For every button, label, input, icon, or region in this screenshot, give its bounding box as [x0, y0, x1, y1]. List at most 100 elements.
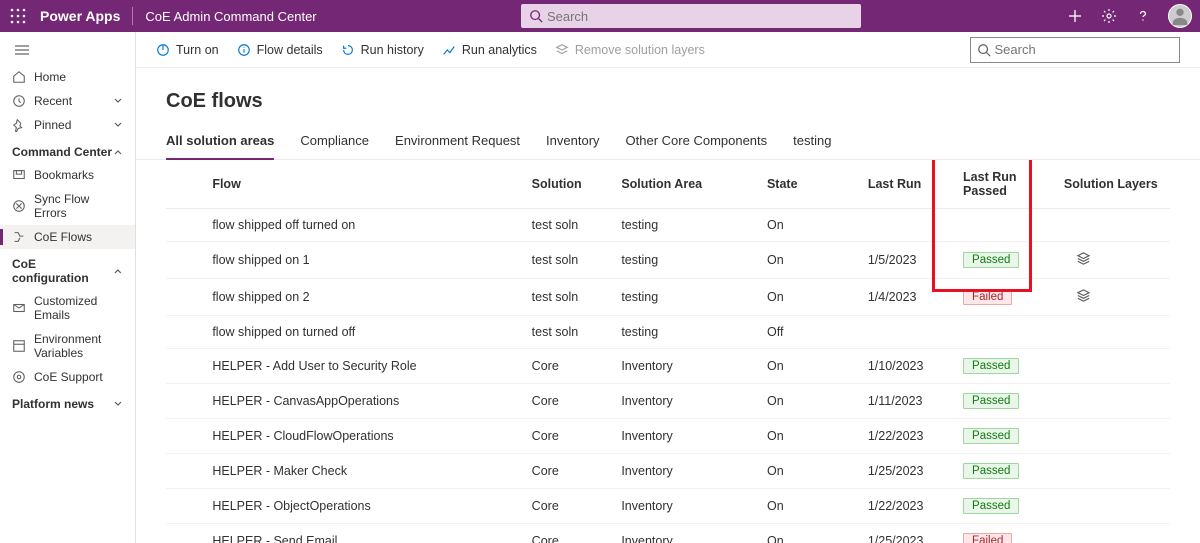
sidebar-item-label: Customized Emails	[34, 294, 123, 322]
cell-layers	[1058, 349, 1170, 384]
table-row[interactable]: flow shipped on turned offtest solntesti…	[166, 316, 1170, 349]
sidebar-item-label: Recent	[34, 94, 72, 108]
cell-last-passed: Passed	[957, 242, 1058, 279]
run-analytics-button[interactable]: Run analytics	[442, 43, 537, 57]
add-icon[interactable]	[1066, 7, 1084, 25]
cell-solution: test soln	[526, 279, 616, 316]
help-icon[interactable]	[1134, 7, 1152, 25]
cmd-label: Turn on	[176, 43, 219, 57]
remove-layers-button: Remove solution layers	[555, 43, 705, 57]
environment-label: CoE Admin Command Center	[145, 9, 316, 24]
layers-icon	[1076, 288, 1091, 303]
cell-solution: Core	[526, 454, 616, 489]
cell-state: On	[761, 279, 862, 316]
tab-environment-request[interactable]: Environment Request	[395, 127, 520, 159]
cell-flow: flow shipped on 1	[206, 242, 525, 279]
table-row[interactable]: flow shipped off turned ontest solntesti…	[166, 209, 1170, 242]
col-solution[interactable]: Solution	[526, 160, 616, 209]
grid-search-input[interactable]	[994, 42, 1173, 57]
cell-state: On	[761, 454, 862, 489]
cell-last-run: 1/22/2023	[862, 419, 957, 454]
tab-inventory[interactable]: Inventory	[546, 127, 599, 159]
cmd-label: Run history	[361, 43, 424, 57]
cell-flow: HELPER - Send Email	[206, 524, 525, 543]
mail-icon	[12, 301, 26, 315]
run-history-button[interactable]: Run history	[341, 43, 424, 57]
flows-table: Flow Solution Solution Area State Last R…	[166, 160, 1170, 543]
cell-last-passed: Passed	[957, 384, 1058, 419]
avatar[interactable]	[1168, 4, 1192, 28]
search-icon	[529, 9, 543, 23]
sidebar-item-environment-variables[interactable]: Environment Variables	[0, 327, 135, 365]
col-last-run[interactable]: Last Run	[862, 160, 957, 209]
global-search-input[interactable]	[547, 9, 853, 24]
sync-error-icon	[12, 199, 26, 213]
tab-compliance[interactable]: Compliance	[300, 127, 369, 159]
sidebar-item-pinned[interactable]: Pinned	[0, 113, 135, 137]
layers-icon	[1076, 251, 1091, 266]
turn-on-button[interactable]: Turn on	[156, 43, 219, 57]
cell-flow: HELPER - Add User to Security Role	[206, 349, 525, 384]
table-row[interactable]: HELPER - Send EmailCoreInventoryOn1/25/2…	[166, 524, 1170, 543]
sidebar-item-label: Bookmarks	[34, 168, 94, 182]
status-badge-passed: Passed	[963, 463, 1019, 479]
app-launcher-icon[interactable]	[8, 6, 28, 26]
col-state[interactable]: State	[761, 160, 862, 209]
sidebar-item-bookmarks[interactable]: Bookmarks	[0, 163, 135, 187]
sidebar-section-command-center[interactable]: Command Center	[0, 137, 135, 163]
cell-area: Inventory	[615, 489, 761, 524]
cell-last-run: 1/22/2023	[862, 489, 957, 524]
col-solution-layers[interactable]: Solution Layers	[1058, 160, 1170, 209]
cell-layers[interactable]	[1058, 279, 1170, 316]
table-row[interactable]: HELPER - CanvasAppOperationsCoreInventor…	[166, 384, 1170, 419]
status-badge-failed: Failed	[963, 289, 1012, 305]
cell-layers[interactable]	[1058, 242, 1170, 279]
pin-icon	[12, 118, 26, 132]
cell-last-passed: Failed	[957, 279, 1058, 316]
sidebar-item-label: CoE Flows	[34, 230, 92, 244]
cell-last-run: 1/25/2023	[862, 524, 957, 543]
chevron-down-icon	[113, 96, 123, 106]
cell-area: Inventory	[615, 524, 761, 543]
status-badge-passed: Passed	[963, 428, 1019, 444]
table-row[interactable]: HELPER - Add User to Security RoleCoreIn…	[166, 349, 1170, 384]
settings-icon[interactable]	[1100, 7, 1118, 25]
col-flow[interactable]: Flow	[206, 160, 525, 209]
brand-label: Power Apps	[40, 8, 120, 24]
sidebar-item-label: Home	[34, 70, 66, 84]
cell-state: Off	[761, 316, 862, 349]
global-search[interactable]	[521, 4, 861, 28]
status-badge-passed: Passed	[963, 252, 1019, 268]
cell-last-run: 1/5/2023	[862, 242, 957, 279]
status-badge-passed: Passed	[963, 498, 1019, 514]
sidebar-item-home[interactable]: Home	[0, 65, 135, 89]
sidebar-item-coe-flows[interactable]: CoE Flows	[0, 225, 135, 249]
cell-last-passed: Failed	[957, 524, 1058, 543]
cell-state: On	[761, 489, 862, 524]
sidebar-item-recent[interactable]: Recent	[0, 89, 135, 113]
grid-search[interactable]	[970, 37, 1180, 63]
cell-last-passed	[957, 316, 1058, 349]
cell-last-passed	[957, 209, 1058, 242]
table-row[interactable]: HELPER - Maker CheckCoreInventoryOn1/25/…	[166, 454, 1170, 489]
sidebar-collapse-button[interactable]	[0, 38, 135, 65]
sidebar-section-coe-configuration[interactable]: CoE configuration	[0, 249, 135, 289]
cell-state: On	[761, 384, 862, 419]
table-row[interactable]: HELPER - CloudFlowOperationsCoreInventor…	[166, 419, 1170, 454]
table-row[interactable]: flow shipped on 1test solntestingOn1/5/2…	[166, 242, 1170, 279]
sidebar-item-customized-emails[interactable]: Customized Emails	[0, 289, 135, 327]
col-last-run-passed[interactable]: Last Run Passed	[957, 160, 1058, 209]
tab-all-solution-areas[interactable]: All solution areas	[166, 127, 274, 160]
sidebar-section-platform-news[interactable]: Platform news	[0, 389, 135, 415]
cell-solution: test soln	[526, 209, 616, 242]
flow-details-button[interactable]: Flow details	[237, 43, 323, 57]
tab-other-core-components[interactable]: Other Core Components	[626, 127, 768, 159]
col-solution-area[interactable]: Solution Area	[615, 160, 761, 209]
table-row[interactable]: HELPER - ObjectOperationsCoreInventoryOn…	[166, 489, 1170, 524]
sidebar-item-sync-errors[interactable]: Sync Flow Errors	[0, 187, 135, 225]
cell-state: On	[761, 419, 862, 454]
cell-layers	[1058, 524, 1170, 543]
sidebar-item-coe-support[interactable]: CoE Support	[0, 365, 135, 389]
table-row[interactable]: flow shipped on 2test solntestingOn1/4/2…	[166, 279, 1170, 316]
tab-testing[interactable]: testing	[793, 127, 831, 159]
